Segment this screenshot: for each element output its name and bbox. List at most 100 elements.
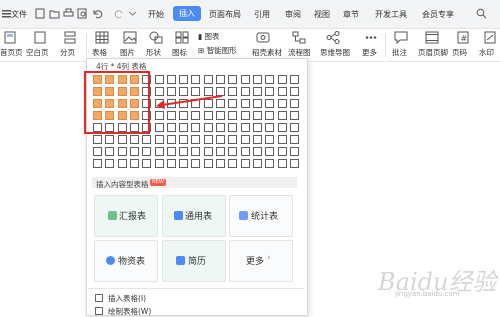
shape-icon[interactable] xyxy=(149,31,163,44)
ribbon-icons[interactable]: 图标 xyxy=(172,47,187,58)
ribbon-docer-material[interactable]: 稻壳素材 xyxy=(252,47,282,58)
grid-cell[interactable] xyxy=(105,159,115,168)
grid-cell[interactable] xyxy=(277,159,287,168)
ribbon-blank-page[interactable]: 空白页 xyxy=(26,47,49,58)
page-number-icon[interactable]: # xyxy=(456,31,470,44)
grid-cell[interactable] xyxy=(228,123,238,132)
grid-cell[interactable] xyxy=(252,99,262,108)
grid-cell[interactable] xyxy=(93,135,102,144)
ribbon-chart-row[interactable]: ▮ 图表 xyxy=(198,31,220,42)
grid-cell[interactable] xyxy=(203,123,213,132)
grid-cell[interactable] xyxy=(191,147,201,156)
grid-cell[interactable] xyxy=(228,147,238,156)
grid-cell[interactable] xyxy=(240,147,250,156)
grid-cell[interactable] xyxy=(265,147,275,156)
undo-icon[interactable] xyxy=(93,8,104,19)
docer-material-icon[interactable] xyxy=(256,31,270,44)
tab-page-layout[interactable]: 页面布局 xyxy=(209,9,241,20)
print-preview-icon[interactable] xyxy=(77,8,88,19)
grid-cell[interactable] xyxy=(93,147,102,156)
tab-review[interactable]: 审阅 xyxy=(285,9,301,20)
grid-cell[interactable] xyxy=(203,135,213,144)
print-icon[interactable] xyxy=(63,8,74,19)
tab-references[interactable]: 引用 xyxy=(254,9,270,20)
grid-cell[interactable] xyxy=(289,159,299,168)
grid-cell[interactable] xyxy=(216,135,225,144)
grid-cell[interactable] xyxy=(166,123,176,132)
grid-cell[interactable] xyxy=(154,147,164,156)
grid-cell[interactable] xyxy=(289,111,299,120)
grid-cell[interactable] xyxy=(289,87,299,96)
redo-icon[interactable] xyxy=(113,8,124,19)
table-icon[interactable] xyxy=(95,31,109,44)
more-icon[interactable] xyxy=(364,31,378,44)
grid-cell[interactable] xyxy=(166,135,176,144)
grid-cell[interactable] xyxy=(154,123,164,132)
grid-cell[interactable] xyxy=(277,75,287,84)
grid-cell[interactable] xyxy=(154,159,164,168)
watermark-icon[interactable] xyxy=(483,31,497,44)
grid-cell[interactable] xyxy=(277,135,287,144)
ribbon-shape[interactable]: 形状 xyxy=(146,47,161,58)
grid-cell[interactable] xyxy=(265,75,275,84)
ribbon-comment[interactable]: 批注 xyxy=(392,47,407,58)
blank-page-icon[interactable] xyxy=(33,31,47,44)
icon-library-icon[interactable] xyxy=(175,31,189,44)
menu-insert-table[interactable]: 插入表格(I) xyxy=(108,293,146,304)
grid-cell[interactable] xyxy=(289,75,299,84)
grid-cell[interactable] xyxy=(216,147,225,156)
tab-member[interactable]: 会员专享 xyxy=(422,9,454,20)
header-footer-icon[interactable] xyxy=(425,31,439,44)
grid-cell[interactable] xyxy=(252,75,262,84)
grid-cell[interactable] xyxy=(129,147,139,156)
ribbon-table[interactable]: 表格 xyxy=(92,47,107,58)
grid-cell[interactable] xyxy=(142,159,152,168)
mindmap-icon[interactable] xyxy=(326,31,340,44)
grid-cell[interactable] xyxy=(277,111,287,120)
grid-cell[interactable] xyxy=(228,159,238,168)
grid-cell[interactable] xyxy=(129,135,139,144)
grid-cell[interactable] xyxy=(117,159,127,168)
grid-cell[interactable] xyxy=(252,123,262,132)
grid-cell[interactable] xyxy=(240,123,250,132)
grid-cell[interactable] xyxy=(277,99,287,108)
grid-cell[interactable] xyxy=(252,111,262,120)
open-folder-icon[interactable] xyxy=(49,8,60,19)
grid-cell[interactable] xyxy=(179,147,189,156)
grid-cell[interactable] xyxy=(289,135,299,144)
comment-icon[interactable] xyxy=(394,31,408,45)
grid-cell[interactable] xyxy=(240,135,250,144)
search-icon[interactable] xyxy=(476,8,487,19)
tab-view[interactable]: 视图 xyxy=(314,9,330,20)
grid-cell[interactable] xyxy=(240,159,250,168)
grid-cell[interactable] xyxy=(216,123,225,132)
ribbon-image[interactable]: 图片 xyxy=(120,47,135,58)
grid-cell[interactable] xyxy=(228,75,238,84)
grid-cell[interactable] xyxy=(265,159,275,168)
grid-cell[interactable] xyxy=(265,99,275,108)
file-menu[interactable]: 文件 xyxy=(11,9,27,20)
tab-sections[interactable]: 章节 xyxy=(343,9,359,20)
flowchart-icon[interactable] xyxy=(292,31,306,44)
grid-cell[interactable] xyxy=(93,159,102,168)
grid-cell[interactable] xyxy=(277,123,287,132)
grid-cell[interactable] xyxy=(277,87,287,96)
grid-cell[interactable] xyxy=(203,159,213,168)
grid-cell[interactable] xyxy=(277,147,287,156)
menu-draw-table[interactable]: 绘制表格(W) xyxy=(108,306,151,317)
tab-home[interactable]: 开始 xyxy=(148,9,164,20)
grid-cell[interactable] xyxy=(203,75,213,84)
grid-cell[interactable] xyxy=(179,135,189,144)
grid-cell[interactable] xyxy=(240,99,250,108)
grid-cell[interactable] xyxy=(265,135,275,144)
tab-insert[interactable]: 插入 xyxy=(173,6,201,21)
new-doc-icon[interactable] xyxy=(35,8,46,19)
grid-cell[interactable] xyxy=(289,99,299,108)
grid-cell[interactable] xyxy=(117,147,127,156)
grid-cell[interactable] xyxy=(117,135,127,144)
grid-cell[interactable] xyxy=(191,135,201,144)
chevron-down-icon[interactable] xyxy=(127,8,138,19)
grid-cell[interactable] xyxy=(252,159,262,168)
grid-cell[interactable] xyxy=(289,123,299,132)
grid-cell[interactable] xyxy=(166,75,176,84)
